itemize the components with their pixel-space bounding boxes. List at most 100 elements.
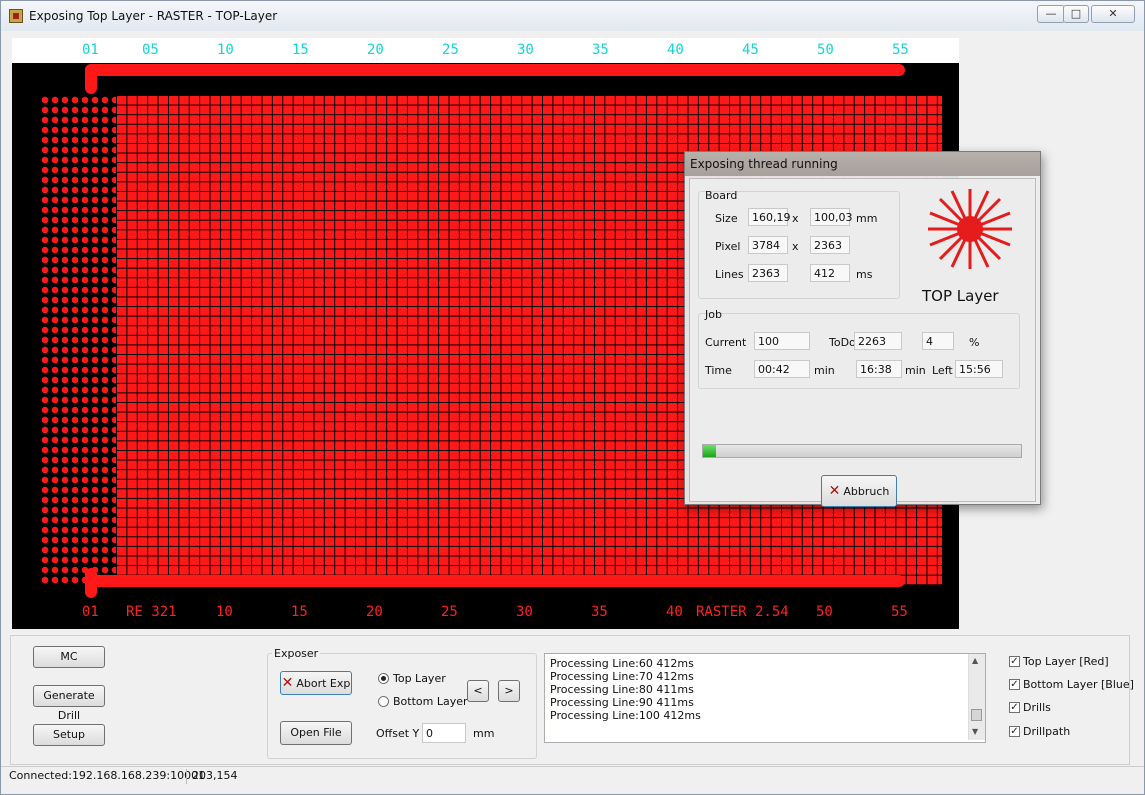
top-rail-corner [85,64,97,94]
bottom-layer-checkbox[interactable]: ✓ [1009,679,1020,690]
time-field: 00:42 [754,360,810,378]
abort-exp-label: Abort Exp [296,677,351,690]
ruler-label: 05 [142,42,159,58]
pixel-x-field: 3784 [748,236,788,254]
log-line: Processing Line:70 412ms [550,670,694,683]
scroll-down-icon[interactable]: ▼ [972,727,978,736]
time-label: Time [705,364,732,377]
ruler-label: 20 [367,42,384,58]
layer-name-label: TOP Layer [922,287,999,305]
prev-button[interactable]: < [467,680,489,702]
scroll-thumb[interactable] [971,709,982,721]
ruler-label: 55 [892,42,909,58]
bottom-label: 10 [216,604,233,620]
current-field: 100 [754,332,810,350]
exposure-progress-bar [702,444,1022,458]
ruler-label: 01 [82,42,99,58]
cursor-coordinates: 203,154 [192,769,238,782]
log-scrollbar[interactable]: ▲ ▼ [968,654,985,740]
drills-checkbox[interactable]: ✓ [1009,702,1020,713]
percent-field: 4 [922,332,954,350]
title-bar: Exposing Top Layer - RASTER - TOP-Layer … [1,1,1144,31]
processing-log[interactable]: Processing Line:60 412ms Processing Line… [544,653,986,743]
min-unit: min [814,364,835,377]
exposer-group-label: Exposer [272,647,321,660]
current-label: Current [705,336,747,349]
bottom-label: 35 [591,604,608,620]
board-group-label: Board [705,189,738,202]
left-pad-column [40,95,118,585]
bottom-label: 50 [816,604,833,620]
progress-fill [703,445,716,457]
dialog-title: Exposing thread running [685,152,1040,176]
exposing-dialog: Exposing thread running Board Size 160,1… [684,151,1041,507]
top-ruler: 01 05 10 15 20 25 30 35 40 45 50 55 [12,38,959,63]
ruler-label: 35 [592,42,609,58]
top-layer-checkbox[interactable]: ✓ [1009,656,1020,667]
lines-label: Lines [715,268,744,281]
bottom-label: 25 [441,604,458,620]
bottom-label: 55 [891,604,908,620]
bottom-label: RASTER 2.54 [696,604,789,620]
ruler-label: 30 [517,42,534,58]
abbruch-label: Abbruch [843,485,890,498]
top-layer-label: Top Layer [393,672,446,685]
status-bar: Connected:192.168.168.239:10001 203,154 [1,766,1144,787]
size-unit: mm [856,212,878,225]
min-unit: min [905,364,926,377]
bottom-layer-radio[interactable] [378,696,389,707]
top-rail [85,64,905,76]
times-label: x [792,240,799,253]
todo-field: 2263 [854,332,902,350]
pixel-label: Pixel [715,240,741,253]
offset-y-input[interactable]: 0 [422,723,466,743]
maximize-button[interactable]: □ [1063,5,1089,23]
bottom-label: 30 [516,604,533,620]
log-line: Processing Line:90 411ms [550,696,694,709]
log-line: Processing Line:80 411ms [550,683,694,696]
setup-button[interactable]: Setup [33,724,105,746]
todo-label: ToDo [829,336,856,349]
times-label: x [792,212,799,225]
bottom-layer-label: Bottom Layer [393,695,468,708]
bottom-label: 20 [366,604,383,620]
top-layer-radio[interactable] [378,673,389,684]
size-x-field: 160,19 [748,208,791,226]
ruler-label: 10 [217,42,234,58]
total-time-field: 16:38 [856,360,902,378]
bottom-rail [85,575,905,587]
bottom-label: 15 [291,604,308,620]
x-icon: ✕ [828,483,841,499]
lines-ms-field: 412 [810,264,850,282]
generate-drill-button[interactable]: Generate Drill [33,685,105,722]
connection-status: Connected:192.168.168.239:10001 [9,769,206,782]
app-icon [9,9,23,23]
abort-exp-button[interactable]: ✕ Abort Exp [280,671,352,695]
ruler-label: 25 [442,42,459,58]
drills-check-label: Drills [1023,701,1051,714]
mc-button[interactable]: MC [33,646,105,668]
left-label: Left [932,364,953,377]
bottom-label: 01 [82,604,99,620]
log-line: Processing Line:100 412ms [550,709,701,722]
offset-unit: mm [473,727,495,740]
size-label: Size [715,212,738,225]
scroll-up-icon[interactable]: ▲ [972,656,978,665]
log-line: Processing Line:60 412ms [550,657,694,670]
next-button[interactable]: > [498,680,520,702]
abbruch-button[interactable]: ✕ Abbruch [821,475,897,507]
laser-sun-icon [928,189,1012,269]
ruler-label: 50 [817,42,834,58]
size-y-field: 100,03 [810,208,853,226]
status-divider [186,769,187,784]
open-file-button[interactable]: Open File [280,721,352,745]
bottom-label: RE 321 [126,604,177,620]
minimize-button[interactable]: — [1037,5,1065,23]
drillpath-checkbox[interactable]: ✓ [1009,726,1020,737]
main-window: Exposing Top Layer - RASTER - TOP-Layer … [0,0,1145,795]
pixel-y-field: 2363 [810,236,850,254]
ruler-label: 40 [667,42,684,58]
dialog-body: Board Size 160,19 x 100,03 mm Pixel 3784… [689,178,1036,507]
close-button[interactable]: ✕ [1091,5,1135,23]
bottom-layer-check-label: Bottom Layer [Blue] [1023,678,1134,691]
